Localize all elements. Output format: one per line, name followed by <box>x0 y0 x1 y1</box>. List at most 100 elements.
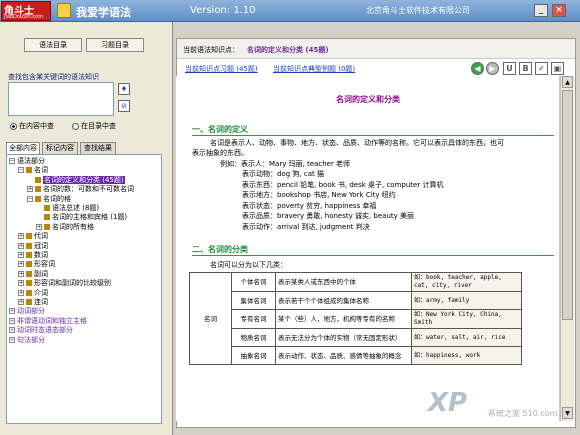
tab-all-content[interactable]: 全部内容 <box>6 142 40 154</box>
tree-node[interactable]: + 名词的数：可数和不可数名词 <box>27 185 134 194</box>
noun-class-table: 名词 个体名词 表示某类人或东西中的个体 如：book, teacher, apple… <box>189 272 522 365</box>
back-arrow-icon[interactable]: ◀ <box>471 62 484 75</box>
tree-node[interactable]: + 冠词 <box>18 242 48 251</box>
tree-node[interactable]: + 非谓语动词和独立主格 <box>9 317 87 326</box>
tree-node[interactable]: − 语法部分 <box>9 157 45 166</box>
tree-node[interactable]: + 连词 <box>18 298 48 307</box>
close-button[interactable]: × <box>552 4 566 17</box>
exercises-link[interactable]: 当前知识点习题 (45题) <box>185 64 258 74</box>
mark-icon[interactable]: ✓ <box>535 62 548 75</box>
table-category: 名词 <box>189 272 232 365</box>
tree-node-label: 形容词 <box>34 260 55 269</box>
expand-icon[interactable]: + <box>9 336 15 343</box>
radio-search-content[interactable]: 在内容中查 <box>10 121 54 131</box>
tree-node[interactable]: + 副词 <box>18 270 48 279</box>
noun-type: 集体名词 <box>231 291 276 310</box>
radio-off-icon <box>72 122 79 130</box>
noun-description: 表示某类人或东西中的个体 <box>275 272 412 292</box>
doc-title: 名词的定义和分类 <box>336 95 400 104</box>
expand-icon[interactable]: + <box>9 327 15 334</box>
tree-node-label: 副词 <box>34 269 48 278</box>
tree-node[interactable]: + 动词部分 <box>9 307 45 316</box>
book-icon <box>26 252 32 258</box>
bold-icon[interactable]: B <box>519 62 532 75</box>
expand-icon[interactable]: + <box>18 233 24 240</box>
scroll-down-icon[interactable]: ▼ <box>562 407 573 419</box>
expand-icon[interactable]: + <box>18 280 24 287</box>
definition-line: 名词是表示人、动物、事物、地方、状态、品质、动作等的名称。它可以表示具体的东西，… <box>210 139 504 147</box>
watermark-text: 系统之家 510.com <box>488 409 558 418</box>
expand-icon[interactable]: + <box>18 252 24 258</box>
tree-node[interactable]: + 数词 <box>18 251 48 260</box>
tree-node[interactable]: + 介词 <box>18 289 48 298</box>
example-line: 表示地方：bookshop 书店, New York City 纽约 <box>242 191 396 200</box>
tree-node[interactable]: 名词的主格和宾格 (1题) <box>36 213 127 222</box>
exercise-catalog-button[interactable]: 习题目录 <box>86 38 144 52</box>
tab-search-results[interactable]: 查找结果 <box>80 142 116 154</box>
tree-node[interactable]: + 名词的所有格 <box>36 223 94 232</box>
collapse-icon[interactable]: − <box>9 158 15 164</box>
classification-intro: 名词可以分为以下几类： <box>210 261 287 269</box>
forward-arrow-icon[interactable]: ▶ <box>486 62 499 75</box>
noun-description: 表示若干个个体组成的集体名称 <box>275 291 412 310</box>
title-bar: 角斗士 JiaoDouShi.com 我爱学语法 Version: 1.10 北… <box>0 0 580 22</box>
minimize-button[interactable]: _ <box>534 4 548 17</box>
expand-icon[interactable]: + <box>27 186 33 193</box>
expand-icon[interactable]: + <box>36 223 42 230</box>
tab-marked-content[interactable]: 标记内容 <box>42 142 78 154</box>
collapse-icon[interactable]: − <box>27 195 33 202</box>
tree-node[interactable]: + 句法部分 <box>9 336 45 345</box>
print-icon[interactable]: ▣ <box>551 62 564 75</box>
left-panel: 语法目录 习题目录 查找包含某关键词的语法知识 ♦ ⊘ 在内容中查 在目录中查 … <box>0 22 173 435</box>
document-view: 名词的定义和分类 一、名词的定义 名词是表示人、动物、事物、地方、状态、品质、动… <box>176 76 560 421</box>
tree-node[interactable]: 语法总述 (8题) <box>36 204 99 213</box>
tree-node[interactable]: + 形容词 <box>18 260 55 269</box>
search-input[interactable] <box>8 82 114 116</box>
tree-node-label: 形容词和副词的比较级别 <box>34 279 111 288</box>
expand-icon[interactable]: + <box>18 299 24 305</box>
table-row: 集体名词 表示若干个个体组成的集体名称 如：army, family <box>190 291 522 310</box>
tree-node[interactable]: − 名词 <box>18 166 48 175</box>
tree-node[interactable]: − 名词的格 <box>27 195 71 204</box>
scroll-thumb[interactable] <box>562 90 573 320</box>
expand-icon[interactable]: + <box>18 289 24 296</box>
search-button[interactable]: ♦ <box>118 83 130 95</box>
book-icon <box>26 280 32 287</box>
vertical-scrollbar[interactable]: ▲ ▼ <box>560 76 574 421</box>
examples-intro: 例如：表示人：Mary 玛丽, teacher 老师 <box>220 160 351 168</box>
book-icon <box>26 167 32 174</box>
book-icon <box>44 205 50 211</box>
radio-search-toc[interactable]: 在目录中查 <box>72 121 116 131</box>
noun-type: 专有名词 <box>231 309 276 329</box>
scroll-up-icon[interactable]: ▲ <box>562 76 573 88</box>
underline-icon[interactable]: U <box>503 62 516 75</box>
tree-node-label: 名词的格 <box>43 194 71 203</box>
logo-site: JiaoDouShi.com <box>4 14 44 20</box>
expand-icon[interactable]: + <box>18 270 24 277</box>
clear-search-button[interactable]: ⊘ <box>118 100 130 112</box>
expand-icon[interactable]: + <box>18 242 24 249</box>
grammar-tree: − 语法部分 − 名词 名词的定义和分类 (45题) + 名词的数：可数和不可数名词 − 名词的… <box>6 154 162 424</box>
tree-node-label: 语法总述 (8题) <box>52 204 100 212</box>
book-icon <box>26 289 32 296</box>
book-icon <box>35 195 41 202</box>
noun-description: 某个（些）人，地方，机构等专有的名称 <box>275 309 412 329</box>
book-icon <box>44 214 50 221</box>
grammar-catalog-button[interactable]: 语法目录 <box>24 38 82 52</box>
noun-description: 表示无法分为个体的实物（常无固定形状） <box>275 328 412 347</box>
tree-node[interactable]: + 形容词和副词的比较级别 <box>18 279 111 288</box>
book-icon <box>26 242 32 249</box>
tree-node-label: 名词的数：可数和不可数名词 <box>43 185 134 194</box>
expand-icon[interactable]: + <box>9 317 15 324</box>
tree-node-label: 动词部分 <box>17 307 45 316</box>
collapse-icon[interactable]: − <box>18 167 24 174</box>
examples-link[interactable]: 当前知识点典型例题 (0题) <box>273 64 355 74</box>
table-row: 名词 个体名词 表示某类人或东西中的个体 如：book, teacher, apple… <box>189 272 522 365</box>
tree-node[interactable]: 名词的定义和分类 (45题) <box>27 175 125 185</box>
noun-type: 物质名词 <box>231 328 276 347</box>
tree-node[interactable]: + 动词时态语态部分 <box>9 326 73 335</box>
radio-on-icon <box>10 122 17 130</box>
tree-node[interactable]: + 代词 <box>18 232 48 241</box>
expand-icon[interactable]: + <box>9 308 15 315</box>
expand-icon[interactable]: + <box>18 261 24 268</box>
